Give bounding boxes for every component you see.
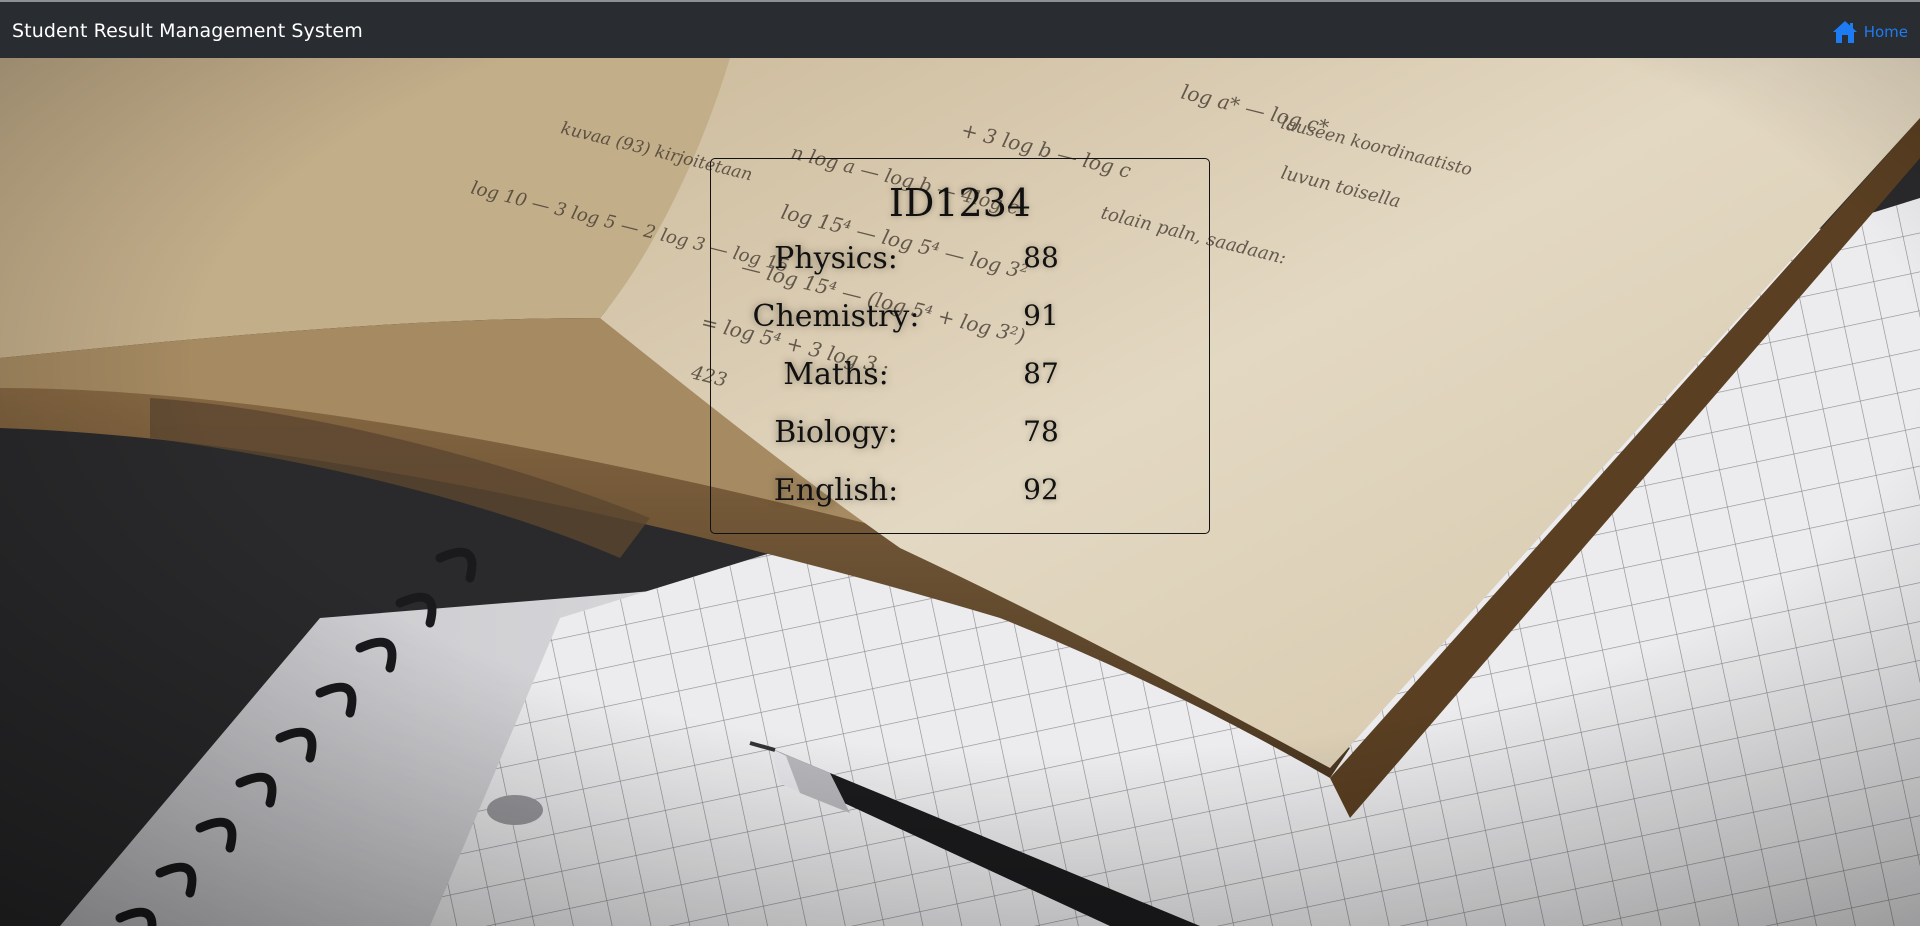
subject-score: 92 <box>1023 473 1059 506</box>
home-link[interactable]: Home <box>1832 20 1908 44</box>
result-row-biology: Biology: 78 <box>711 415 1209 463</box>
result-row-physics: Physics: 88 <box>711 241 1209 289</box>
subject-score: 91 <box>1023 299 1059 332</box>
home-icon <box>1832 20 1858 44</box>
subject-label: Biology: <box>774 415 898 450</box>
subject-score: 78 <box>1023 415 1059 448</box>
result-row-chemistry: Chemistry: 91 <box>711 299 1209 347</box>
page: Student Result Management System Home ID… <box>0 0 1920 926</box>
result-card: ID1234 Physics: 88 Chemistry: 91 Maths: … <box>710 158 1210 534</box>
subject-label: Chemistry: <box>752 299 920 334</box>
subject-score: 87 <box>1023 357 1059 390</box>
subject-label: Physics: <box>774 241 898 276</box>
result-row-maths: Maths: 87 <box>711 357 1209 405</box>
subject-label: Maths: <box>783 357 889 392</box>
result-row-english: English: 92 <box>711 473 1209 521</box>
subject-label: English: <box>773 473 899 508</box>
subject-score: 88 <box>1023 241 1059 274</box>
navbar: Student Result Management System Home <box>0 0 1920 58</box>
home-label: Home <box>1863 23 1908 41</box>
navbar-brand[interactable]: Student Result Management System <box>12 20 363 42</box>
student-id: ID1234 <box>888 181 1032 225</box>
